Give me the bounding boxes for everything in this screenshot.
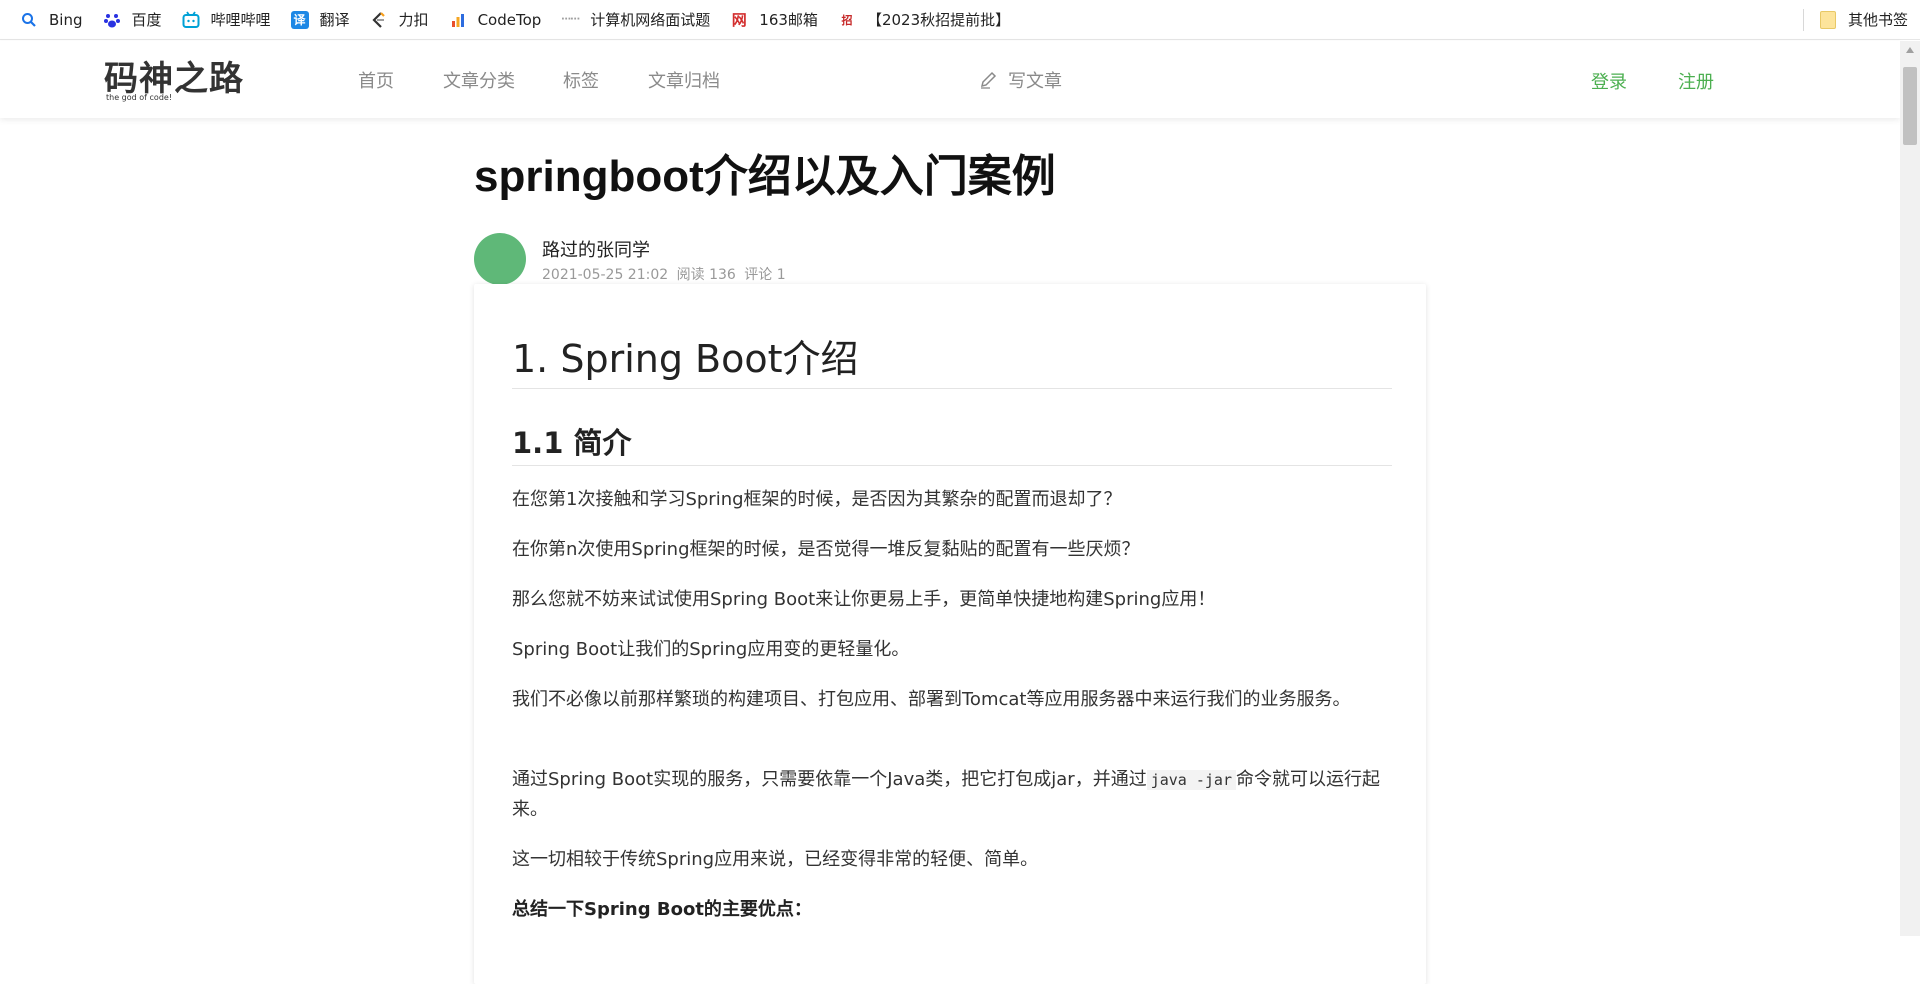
bookmark-network-interview[interactable]: ⋯⋯ 计算机网络面试题 — [561, 0, 710, 40]
paragraph: 这一切相较于传统Spring应用来说，已经变得非常的轻便、简单。 — [512, 849, 1039, 870]
scroll-thumb[interactable] — [1903, 67, 1917, 145]
pencil-icon — [980, 71, 997, 89]
author-name[interactable]: 路过的张同学 — [542, 236, 650, 262]
article-reads: 阅读 136 — [676, 267, 736, 283]
bookmarks-bar: Bing 百度 哔哩哔哩 译 翻译 力扣 CodeTop ⋯⋯ 计算机网络面试题… — [0, 0, 1920, 40]
bookmarks-divider — [1802, 8, 1804, 31]
bookmark-label: 【2023秋招提前批】 — [866, 11, 1011, 29]
paragraph: 在你第n次使用Spring框架的时候，是否觉得一堆反复黏贴的配置有一些厌烦？ — [512, 539, 1140, 560]
article-title: springboot介绍以及入门案例 — [474, 152, 1056, 201]
article-body-card: 1. Spring Boot介绍 1.1 简介 在您第1次接触和学习Spring… — [474, 284, 1426, 984]
summary-heading: 总结一下Spring Boot的主要优点： — [512, 899, 812, 920]
bookmark-label: 力扣 — [398, 11, 429, 29]
dots-icon: ⋯⋯ — [561, 14, 580, 25]
bookmark-163mail[interactable]: 网 163邮箱 — [730, 0, 818, 40]
bookmark-translate[interactable]: 译 翻译 — [290, 0, 350, 40]
logo-subtitle: the god of code! — [106, 93, 173, 102]
calendar-icon: 招 — [841, 13, 853, 27]
bookmark-bing[interactable]: Bing — [20, 0, 83, 40]
login-link[interactable]: 登录 — [1591, 68, 1627, 94]
bookmark-baidu[interactable]: 百度 — [103, 0, 162, 40]
bookmark-autumn-recruit[interactable]: 招 【2023秋招提前批】 — [838, 0, 1010, 40]
nav-tags[interactable]: 标签 — [563, 67, 599, 93]
paw-icon — [103, 11, 121, 29]
paragraph: 通过Spring Boot实现的服务，只需要依靠一个Java类，把它打包成jar… — [512, 765, 1392, 825]
author-avatar[interactable] — [474, 233, 526, 285]
scroll-up-arrow-icon[interactable] — [1906, 47, 1914, 53]
bookmark-label: 翻译 — [319, 11, 350, 29]
bookmark-bilibili[interactable]: 哔哩哔哩 — [182, 0, 271, 40]
bookmark-leetcode[interactable]: 力扣 — [370, 0, 429, 40]
inline-code: java -jar — [1146, 770, 1236, 790]
register-link[interactable]: 注册 — [1678, 68, 1714, 94]
translate-icon: 译 — [290, 10, 309, 29]
leetcode-icon — [370, 11, 388, 29]
article-meta: 2021-05-25 21:02 阅读 136 评论 1 — [542, 264, 790, 284]
bookmark-codetop[interactable]: CodeTop — [449, 0, 542, 40]
bookmark-label: CodeTop — [477, 10, 542, 29]
search-icon — [20, 11, 38, 29]
folder-icon — [1819, 10, 1836, 29]
paragraph: 在您第1次接触和学习Spring框架的时候，是否因为其繁杂的配置而退却了？ — [512, 489, 1122, 510]
bookmark-label: Bing — [49, 10, 83, 29]
bookmark-label: 163邮箱 — [759, 11, 818, 29]
tv-icon — [182, 11, 200, 29]
site-logo[interactable]: 码神之路 the god of code! — [104, 51, 244, 109]
heading-2: 1.1 简介 — [512, 426, 632, 460]
nav-home[interactable]: 首页 — [358, 67, 394, 93]
article-date: 2021-05-25 21:02 — [542, 267, 669, 283]
paragraph: 那么您就不妨来试试使用Spring Boot来让你更易上手，更简单快捷地构建Sp… — [512, 589, 1216, 610]
page-scrollbar[interactable] — [1900, 41, 1920, 936]
paragraph: 我们不必像以前那样繁琐的构建项目、打包应用、部署到Tomcat等应用服务器中来运… — [512, 689, 1351, 710]
paragraph-text: 通过Spring Boot实现的服务，只需要依靠一个Java类，把它打包成jar… — [512, 769, 1147, 790]
bookmark-label: 哔哩哔哩 — [210, 11, 271, 29]
bookmark-label: 百度 — [131, 11, 162, 29]
chart-bars-icon — [449, 11, 467, 29]
heading-divider — [512, 465, 1392, 466]
article-comments: 评论 1 — [744, 267, 786, 283]
heading-divider — [512, 388, 1392, 389]
heading-1: 1. Spring Boot介绍 — [512, 337, 859, 381]
mail-icon: 网 — [731, 11, 747, 29]
other-bookmarks[interactable]: 其他书签 — [1819, 9, 1908, 30]
nav-archive[interactable]: 文章归档 — [648, 67, 720, 93]
bookmark-label: 计算机网络面试题 — [590, 11, 711, 29]
site-header: 码神之路 the god of code! 首页 文章分类 标签 文章归档 写文… — [0, 41, 1900, 118]
write-article-button[interactable]: 写文章 — [978, 67, 1062, 93]
other-bookmarks-label: 其他书签 — [1847, 11, 1908, 29]
nav-categories[interactable]: 文章分类 — [443, 67, 515, 93]
write-article-label: 写文章 — [1008, 71, 1062, 92]
paragraph: Spring Boot让我们的Spring应用变的更轻量化。 — [512, 639, 910, 660]
